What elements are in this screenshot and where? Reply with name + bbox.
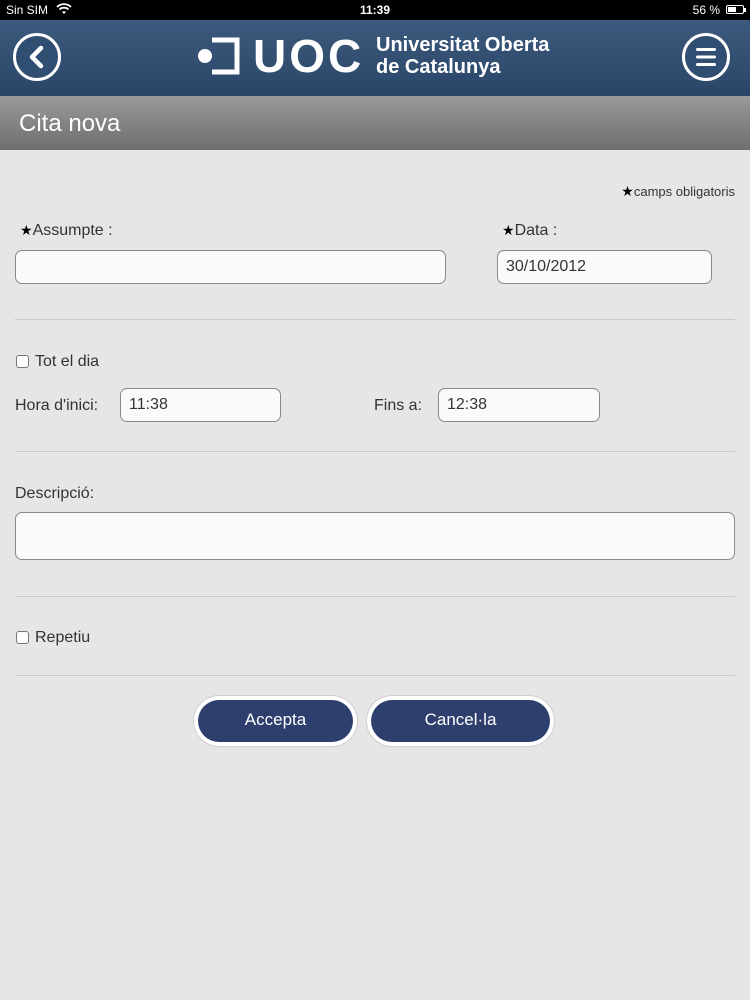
date-label-text: Data :	[514, 222, 558, 239]
date-label: ★Data :	[502, 222, 557, 240]
subject-label: ★Assumpte :	[20, 222, 113, 240]
required-star-icon: ★	[502, 222, 515, 238]
date-input[interactable]	[497, 250, 712, 284]
end-time-label: Fins a:	[374, 397, 423, 414]
page-title: Cita nova	[19, 110, 121, 137]
divider	[15, 596, 735, 597]
divider	[15, 451, 735, 452]
subject-input[interactable]	[15, 250, 446, 284]
uoc-logo-mark-icon	[198, 37, 240, 75]
uoc-logo: UOC	[195, 30, 395, 82]
required-star-icon: ★	[621, 183, 634, 199]
accept-button[interactable]: Accepta	[198, 700, 353, 742]
description-label: Descripció:	[15, 485, 95, 502]
divider	[15, 675, 735, 676]
required-fields-note: ★camps obligatoris	[621, 183, 735, 200]
chevron-left-icon	[29, 45, 44, 69]
clock: 11:39	[359, 3, 391, 17]
hamburger-menu-icon	[696, 48, 716, 66]
required-star-icon: ★	[20, 222, 33, 238]
menu-button[interactable]	[682, 33, 730, 81]
description-input[interactable]	[15, 512, 735, 560]
start-time-label: Hora d'inici:	[15, 397, 99, 414]
divider	[15, 319, 735, 320]
app-header: UOC Universitat Oberta de Catalunya	[0, 20, 750, 96]
logo-subtitle: Universitat Oberta de Catalunya	[376, 34, 549, 78]
battery-level	[728, 7, 736, 12]
logo-text: UOC	[253, 30, 365, 82]
all-day-label: Tot el dia	[35, 353, 100, 370]
end-time-input[interactable]	[438, 388, 600, 422]
battery-percent: 56 %	[692, 3, 720, 17]
required-note-text: camps obligatoris	[633, 184, 735, 199]
logo-subtitle-line2: de Catalunya	[376, 56, 501, 78]
status-bar: Sin SIM 11:39 56 %	[0, 0, 750, 20]
battery-icon	[726, 5, 746, 14]
start-time-input[interactable]	[120, 388, 281, 422]
repeat-label: Repetiu	[35, 629, 91, 646]
repeat-checkbox[interactable]	[16, 631, 29, 644]
back-button[interactable]	[13, 33, 61, 81]
title-bar: Cita nova	[0, 96, 750, 150]
cancel-button[interactable]: Cancel·la	[371, 700, 550, 742]
subject-label-text: Assumpte :	[32, 222, 113, 239]
logo-subtitle-line1: Universitat Oberta	[376, 34, 550, 56]
all-day-checkbox[interactable]	[16, 355, 29, 368]
